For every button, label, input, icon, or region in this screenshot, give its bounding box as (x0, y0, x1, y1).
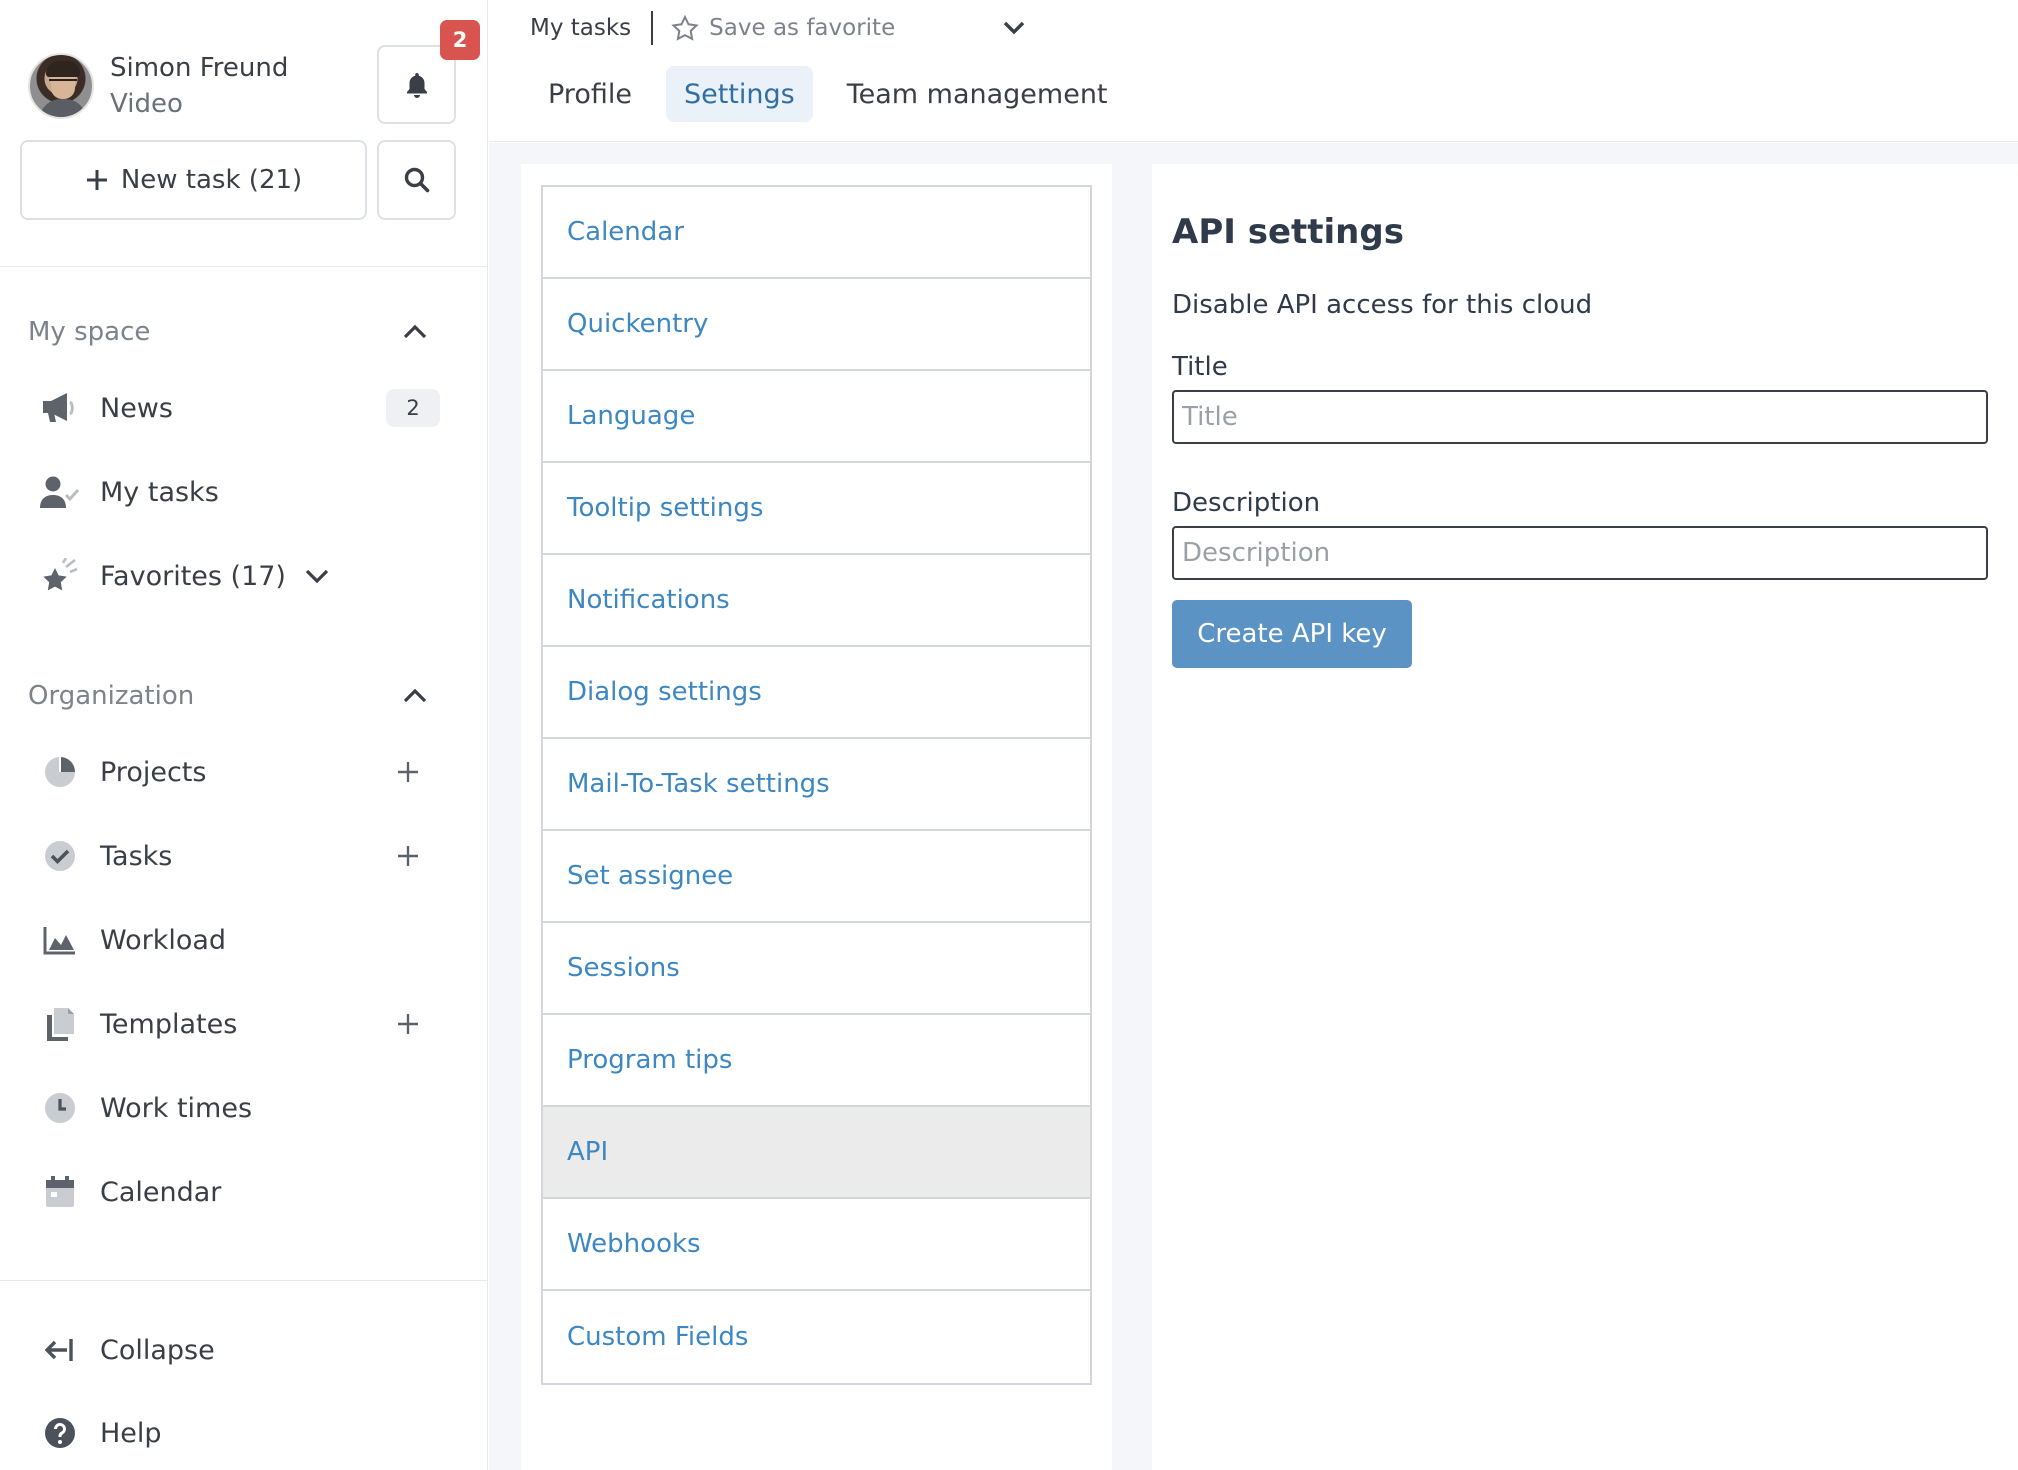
settings-menu-item-set-assignee[interactable]: Set assignee (543, 831, 1090, 923)
collapse-arrow-icon (40, 1330, 80, 1370)
create-api-key-button[interactable]: Create API key (1172, 600, 1412, 668)
user-profile[interactable]: Simon Freund Video (28, 50, 288, 122)
help-icon (40, 1413, 80, 1453)
organization-section-header[interactable]: Organization (28, 676, 428, 716)
tab-settings[interactable]: Settings (665, 66, 813, 122)
organization-heading: Organization (28, 681, 195, 711)
collapse-button[interactable]: Collapse (40, 1325, 440, 1375)
sidebar-item-favorites[interactable]: Favorites (17) (40, 551, 440, 601)
page-tabs: Profile Settings Team management (530, 66, 1126, 122)
api-settings-panel (1152, 164, 2018, 1470)
divider (0, 1280, 488, 1281)
workload-label: Workload (100, 924, 227, 956)
new-task-button[interactable]: New task (21) (20, 140, 367, 220)
user-info: Simon Freund Video (110, 50, 288, 122)
star-outline-icon (671, 15, 699, 41)
divider (651, 11, 654, 45)
settings-menu-item-custom-fields[interactable]: Custom Fields (543, 1291, 1090, 1383)
collapse-label: Collapse (100, 1334, 215, 1366)
help-button[interactable]: Help (40, 1408, 440, 1458)
avatar (28, 53, 94, 119)
settings-menu-item-sessions[interactable]: Sessions (543, 923, 1090, 1015)
chevron-down-icon[interactable] (1003, 21, 1025, 35)
page-title: API settings (1172, 212, 1404, 252)
chevron-down-icon[interactable] (304, 568, 330, 584)
my-space-section-header[interactable]: My space (28, 312, 428, 352)
description-input[interactable] (1172, 526, 1988, 580)
projects-label: Projects (100, 756, 207, 788)
plus-icon (85, 168, 109, 192)
calendar-label: Calendar (100, 1176, 222, 1208)
description-label: Description (1172, 488, 1321, 518)
settings-menu-item-program-tips[interactable]: Program tips (543, 1015, 1090, 1107)
sidebar-item-calendar[interactable]: Calendar (40, 1167, 440, 1217)
settings-menu: Calendar Quickentry Language Tooltip set… (541, 185, 1092, 1385)
save-as-favorite-label: Save as favorite (709, 15, 896, 41)
star-sparkle-icon (40, 556, 80, 596)
sidebar: Simon Freund Video 2 New task (21) My sp… (0, 0, 488, 1470)
chevron-up-icon (402, 688, 428, 704)
top-bar: My tasks Save as favorite Profile Settin… (489, 0, 2018, 142)
plus-icon (398, 1014, 418, 1034)
settings-menu-item-tooltip-settings[interactable]: Tooltip settings (543, 463, 1090, 555)
user-name: Simon Freund (110, 53, 289, 83)
settings-menu-item-quickentry[interactable]: Quickentry (543, 279, 1090, 371)
news-count-badge: 2 (386, 389, 440, 427)
sidebar-item-news[interactable]: News 2 (40, 383, 440, 433)
settings-menu-item-language[interactable]: Language (543, 371, 1090, 463)
app-root: Simon Freund Video 2 New task (21) My sp… (0, 0, 2018, 1470)
check-circle-icon (40, 836, 80, 876)
settings-menu-item-mail-to-task[interactable]: Mail-To-Task settings (543, 739, 1090, 831)
news-label: News (100, 392, 173, 424)
sidebar-item-templates[interactable]: Templates (40, 999, 440, 1049)
pie-chart-icon (40, 752, 80, 792)
breadcrumb: My tasks Save as favorite (530, 10, 1025, 46)
new-task-label: New task (21) (120, 165, 303, 195)
sidebar-item-work-times[interactable]: Work times (40, 1083, 440, 1133)
settings-menu-item-api[interactable]: API (543, 1107, 1090, 1199)
user-subtitle: Video (110, 89, 183, 119)
my-tasks-label: My tasks (100, 476, 219, 508)
save-as-favorite-button[interactable]: Save as favorite (671, 15, 895, 41)
copy-icon (40, 1004, 80, 1044)
notification-count-badge: 2 (440, 20, 480, 60)
plus-icon (398, 846, 418, 866)
disable-api-access-link[interactable]: Disable API access for this cloud (1172, 290, 1592, 320)
add-template-button[interactable] (396, 999, 420, 1049)
title-label: Title (1172, 352, 1228, 382)
divider (0, 266, 488, 267)
work-times-label: Work times (100, 1092, 253, 1124)
area-chart-icon (40, 920, 80, 960)
sidebar-item-projects[interactable]: Projects (40, 747, 440, 797)
settings-menu-item-notifications[interactable]: Notifications (543, 555, 1090, 647)
tab-profile[interactable]: Profile (530, 66, 650, 122)
search-button[interactable] (377, 140, 456, 220)
sidebar-item-tasks[interactable]: Tasks (40, 831, 440, 881)
title-input[interactable] (1172, 390, 1988, 444)
chevron-up-icon (402, 324, 428, 340)
settings-menu-item-webhooks[interactable]: Webhooks (543, 1199, 1090, 1291)
sidebar-item-workload[interactable]: Workload (40, 915, 440, 965)
search-icon (403, 166, 431, 194)
megaphone-icon (40, 388, 80, 428)
user-check-icon (40, 472, 80, 512)
calendar-icon (40, 1172, 80, 1212)
bell-icon (404, 71, 430, 99)
tab-team-management[interactable]: Team management (829, 66, 1126, 122)
favorites-label: Favorites (17) (100, 560, 286, 592)
templates-label: Templates (100, 1008, 238, 1040)
settings-menu-item-dialog-settings[interactable]: Dialog settings (543, 647, 1090, 739)
my-space-heading: My space (28, 317, 151, 347)
help-label: Help (100, 1417, 162, 1449)
add-project-button[interactable] (396, 747, 420, 797)
settings-menu-item-calendar[interactable]: Calendar (543, 187, 1090, 279)
tasks-label: Tasks (100, 840, 173, 872)
plus-icon (398, 762, 418, 782)
breadcrumb-my-tasks[interactable]: My tasks (530, 15, 631, 41)
sidebar-item-my-tasks[interactable]: My tasks (40, 467, 440, 517)
add-task-button[interactable] (396, 831, 420, 881)
clock-icon (40, 1088, 80, 1128)
